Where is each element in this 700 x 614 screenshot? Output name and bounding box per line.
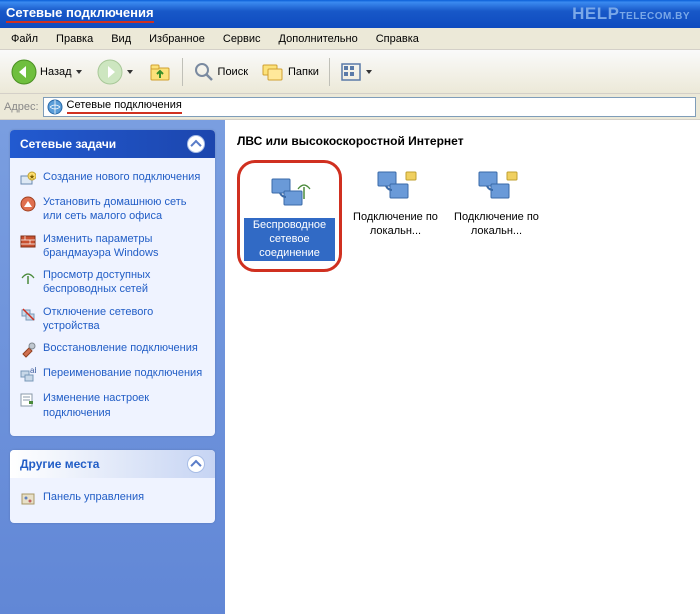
menu-view[interactable]: Вид [102, 31, 140, 47]
address-bar: Адрес: Сетевые подключения [0, 94, 700, 120]
views-button[interactable] [334, 58, 380, 86]
control-panel-icon [20, 491, 36, 507]
forward-button[interactable] [91, 55, 141, 89]
address-label: Адрес: [4, 101, 39, 113]
connection-label: Подключение по локальн... [350, 211, 441, 239]
menu-file[interactable]: Файл [2, 31, 47, 47]
firewall-icon [20, 233, 36, 249]
panel-header[interactable]: Другие места [10, 450, 215, 478]
up-button[interactable] [142, 56, 178, 88]
address-input[interactable]: Сетевые подключения [43, 97, 696, 117]
address-value: Сетевые подключения [67, 99, 182, 114]
body: Сетевые задачи ★ Создание нового подключ… [0, 120, 700, 614]
task-control-panel[interactable]: Панель управления [20, 486, 205, 511]
rename-icon: ab [20, 367, 36, 383]
forward-icon [97, 59, 123, 85]
task-rename[interactable]: ab Переименование подключения [20, 362, 205, 387]
lan-connection-icon [350, 164, 441, 208]
back-icon [11, 59, 37, 85]
panel-header[interactable]: Сетевые задачи [10, 130, 215, 158]
wireless-connection-icon [244, 171, 335, 215]
chevron-down-icon[interactable] [365, 67, 374, 76]
task-setup-home-network[interactable]: Установить домашнюю сеть или сеть малого… [20, 191, 205, 228]
menubar: Файл Правка Вид Избранное Сервис Дополни… [0, 28, 700, 50]
views-icon [340, 62, 362, 82]
window-title: Сетевые подключения [6, 5, 154, 23]
titlebar: Сетевые подключения HELPTELECOM.BY [0, 0, 700, 28]
sidebar: Сетевые задачи ★ Создание нового подключ… [0, 120, 225, 614]
task-view-wireless[interactable]: Просмотр доступных беспроводных сетей [20, 264, 205, 301]
lan-connection-icon [451, 164, 542, 208]
svg-text:ab: ab [30, 367, 36, 375]
disable-network-icon [20, 306, 36, 322]
home-network-icon [20, 196, 36, 212]
connection-label: Беспроводное сетевое соединение [244, 218, 335, 261]
folders-icon [261, 61, 285, 83]
connection-lan-2[interactable]: Подключение по локальн... [449, 160, 544, 272]
task-change-settings[interactable]: Изменение настроек подключения [20, 387, 205, 424]
svg-text:★: ★ [29, 173, 35, 181]
connection-lan-1[interactable]: Подключение по локальн... [348, 160, 443, 272]
chevron-up-icon[interactable] [187, 455, 205, 473]
panel-network-tasks: Сетевые задачи ★ Создание нового подключ… [10, 130, 215, 436]
folder-up-icon [148, 60, 172, 84]
search-button[interactable]: Поиск [187, 57, 254, 87]
menu-help[interactable]: Справка [367, 31, 428, 47]
repair-icon [20, 342, 36, 358]
menu-service[interactable]: Сервис [214, 31, 270, 47]
task-repair[interactable]: Восстановление подключения [20, 337, 205, 362]
content-area: ЛВС или высокоскоростной Интернет Беспро… [225, 120, 700, 614]
back-button[interactable]: Назад [5, 55, 90, 89]
task-new-connection[interactable]: ★ Создание нового подключения [20, 166, 205, 191]
menu-edit[interactable]: Правка [47, 31, 102, 47]
folders-button[interactable]: Папки [255, 57, 325, 87]
connection-wireless[interactable]: Беспроводное сетевое соединение [242, 167, 337, 265]
section-title: ЛВС или высокоскоростной Интернет [237, 134, 688, 148]
connection-label: Подключение по локальн... [451, 211, 542, 239]
chevron-down-icon[interactable] [75, 67, 84, 76]
new-connection-icon: ★ [20, 171, 36, 187]
connection-grid: Беспроводное сетевое соединение Подключе… [237, 160, 688, 272]
wireless-icon [20, 269, 36, 285]
network-connections-icon [47, 99, 63, 115]
chevron-down-icon[interactable] [126, 67, 135, 76]
task-firewall-settings[interactable]: Изменить параметры брандмауэра Windows [20, 228, 205, 265]
toolbar: Назад Поиск Папки [0, 50, 700, 94]
annotation-highlight: Беспроводное сетевое соединение [237, 160, 342, 272]
settings-icon [20, 392, 36, 408]
menu-advanced[interactable]: Дополнительно [270, 31, 367, 47]
search-icon [193, 61, 215, 83]
task-disable-device[interactable]: Отключение сетевого устройства [20, 301, 205, 338]
chevron-up-icon[interactable] [187, 135, 205, 153]
watermark: HELPTELECOM.BY [572, 4, 690, 24]
panel-other-places: Другие места Панель управления [10, 450, 215, 523]
menu-favorites[interactable]: Избранное [140, 31, 214, 47]
